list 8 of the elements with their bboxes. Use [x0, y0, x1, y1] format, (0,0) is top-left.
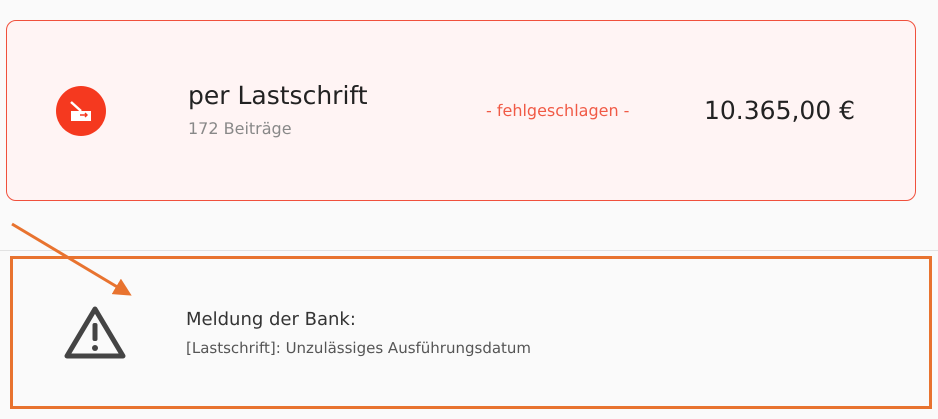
message-text: [Lastschrift]: Unzulässiges Ausführungsdatum — [186, 338, 532, 359]
amount: 10.365,00 € — [704, 94, 856, 127]
signature-icon — [56, 86, 106, 136]
status-label: - fehlgeschlagen - — [486, 100, 630, 122]
payment-title: per Lastschrift — [188, 80, 369, 110]
message-title: Meldung der Bank: — [186, 308, 357, 332]
contribution-count: 172 Beiträge — [188, 118, 293, 140]
warning-icon — [63, 304, 127, 360]
